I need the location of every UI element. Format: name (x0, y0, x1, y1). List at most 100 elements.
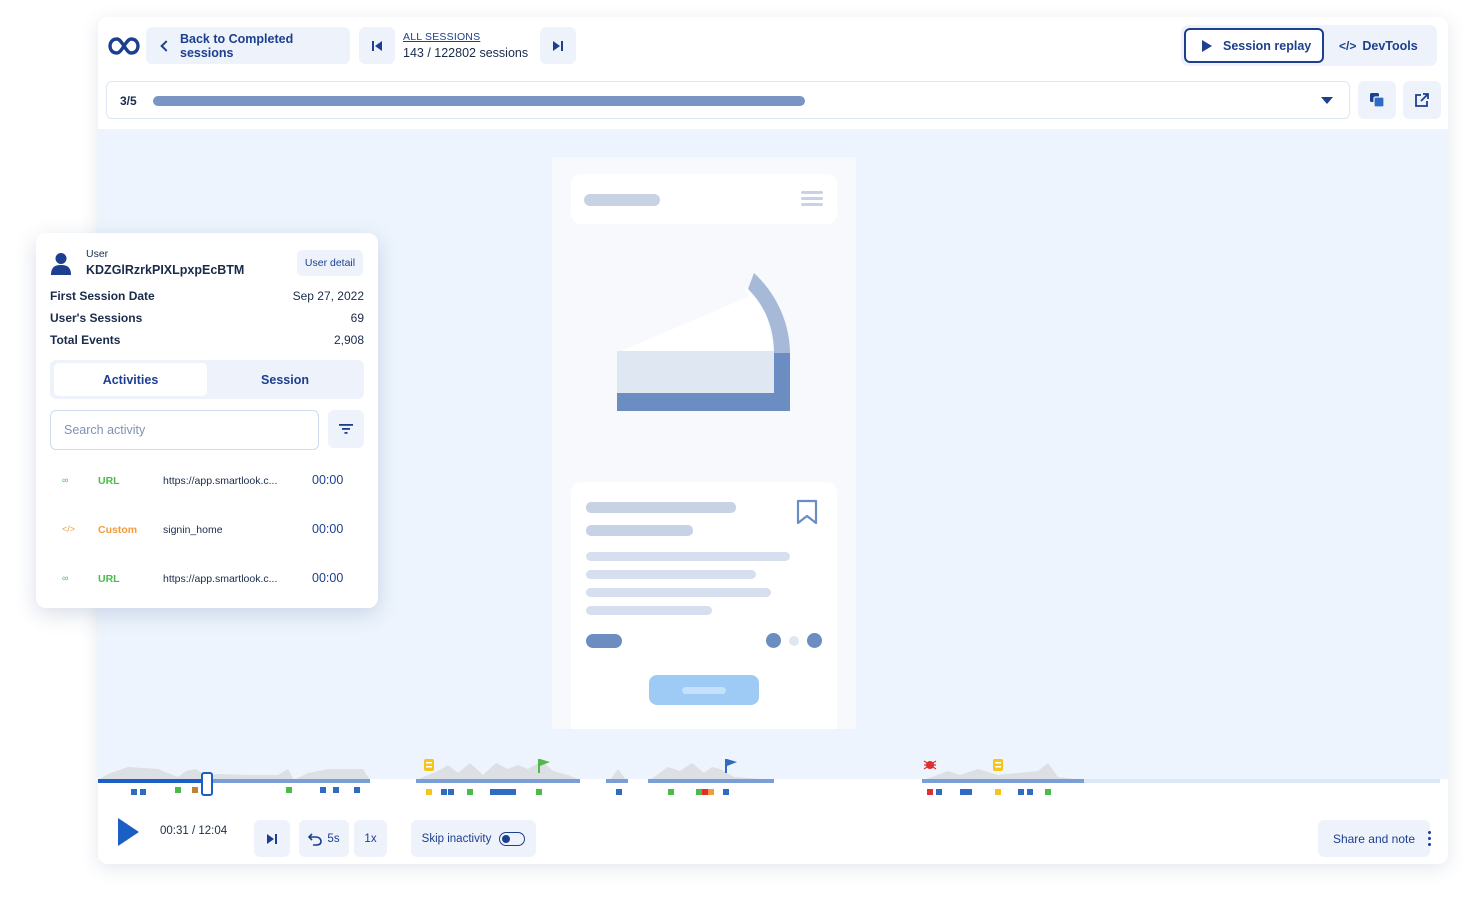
text-line-skeleton (586, 606, 712, 615)
tag-skeleton (586, 634, 622, 648)
play-icon (1202, 39, 1212, 52)
filter-icon (339, 424, 353, 434)
code-icon: </> (62, 524, 76, 534)
caret-down-icon[interactable] (1321, 97, 1333, 104)
stat-value: Sep 27, 2022 (292, 289, 364, 303)
search-activity-input[interactable] (50, 410, 319, 450)
user-id: KDZGlRzrkPIXLpxpEcBTM (86, 263, 245, 277)
activity-graph (98, 759, 1440, 796)
session-replay-label: Session replay (1223, 38, 1312, 53)
link-icon: ∞ (62, 475, 69, 485)
tab-activities[interactable]: Activities (54, 363, 207, 396)
stat-value: 2,908 (333, 333, 364, 347)
bug-marker-icon[interactable] (923, 760, 937, 770)
skip-next-icon (553, 40, 563, 51)
activity-value: https://app.smartlook.c... (163, 573, 278, 585)
filter-button[interactable] (328, 410, 364, 448)
replay-screen[interactable] (552, 157, 856, 729)
text-line-skeleton (586, 552, 790, 561)
event-markers (131, 787, 1051, 795)
session-replay-tab[interactable]: Session replay (1184, 28, 1324, 63)
code-icon: </> (1339, 38, 1357, 53)
note-marker-icon[interactable] (993, 759, 1003, 771)
devtools-tab[interactable]: </> DevTools (1339, 28, 1431, 63)
carousel-dot[interactable] (789, 636, 799, 646)
user-activity-panel: User KDZGlRzrkPIXLpxpEcBTM User detail F… (36, 233, 378, 608)
next-session-button[interactable] (540, 27, 576, 64)
all-sessions-link[interactable]: ALL SESSIONS (403, 29, 528, 45)
skip-inactivity-label: Skip inactivity (421, 832, 492, 845)
note-marker-icon[interactable] (424, 759, 434, 771)
stat-first-session-date: First Session Date Sep 27, 2022 (50, 289, 364, 303)
view-switcher: Session replay </> DevTools (1181, 25, 1437, 66)
back-button-label: Back to Completed sessions (180, 31, 294, 60)
devtools-label: DevTools (1362, 38, 1418, 53)
user-detail-button[interactable]: User detail (297, 250, 363, 276)
copy-button[interactable] (1358, 81, 1396, 119)
open-external-button[interactable] (1403, 81, 1441, 119)
activity-value: signin_home (163, 524, 223, 536)
panel-tabs: Activities Session (50, 360, 364, 399)
top-bar: Back to Completed sessions ALL SESSIONS … (98, 17, 1448, 75)
skip-previous-icon (372, 40, 382, 51)
activity-type: Custom (98, 524, 138, 536)
previous-session-button[interactable] (359, 27, 395, 64)
share-and-note-button[interactable]: Share and note (1318, 820, 1430, 857)
activity-time[interactable]: 00:00 (312, 473, 343, 487)
stat-value: 69 (350, 311, 364, 325)
bookmark-icon[interactable] (796, 499, 818, 525)
share-label: Share and note (1332, 831, 1416, 846)
card-title-skeleton (586, 502, 736, 513)
activity-row[interactable]: ∞ URL https://app.smartlook.c... 00:00 (36, 570, 378, 590)
cake-illustration (617, 273, 790, 411)
app-header-placeholder (571, 174, 837, 224)
activity-time[interactable]: 00:00 (312, 571, 343, 585)
smartlook-logo-icon[interactable] (108, 35, 140, 57)
activity-time[interactable]: 00:00 (312, 522, 343, 536)
cta-button-placeholder[interactable] (649, 675, 759, 705)
session-part-progress (153, 96, 805, 106)
more-options-icon[interactable] (1428, 831, 1432, 849)
player-controls: 00:31 / 12:04 5s 1x Skip inactivity Shar… (98, 801, 1448, 864)
playback-speed-button[interactable]: 1x (354, 820, 387, 857)
rewind-5s-button[interactable]: 5s (299, 820, 349, 857)
link-icon: ∞ (62, 573, 69, 583)
activity-row[interactable]: ∞ URL https://app.smartlook.c... 00:00 (36, 472, 378, 492)
session-part-selector[interactable]: 3/5 (106, 81, 1350, 119)
stat-users-sessions: User's Sessions 69 (50, 311, 364, 325)
carousel-dot[interactable] (766, 633, 781, 648)
skip-inactivity-toggle[interactable]: Skip inactivity (411, 820, 536, 857)
text-line-skeleton (586, 588, 771, 597)
rewind-label: 5s (327, 832, 340, 845)
stat-total-events: Total Events 2,908 (50, 333, 364, 347)
stat-key: User's Sessions (50, 311, 143, 325)
skip-next-icon (267, 833, 277, 844)
stat-key: Total Events (50, 333, 121, 347)
activity-value: https://app.smartlook.c... (163, 475, 278, 487)
session-navigation-info: ALL SESSIONS 143 / 122802 sessions (403, 29, 528, 61)
carousel-dot[interactable] (807, 633, 822, 648)
play-icon[interactable] (116, 817, 140, 847)
activity-row[interactable]: </> Custom signin_home 00:00 (36, 521, 378, 541)
text-line-skeleton (586, 570, 756, 579)
playhead-handle[interactable] (201, 772, 213, 796)
tab-session[interactable]: Session (210, 363, 360, 396)
session-part-position: 3/5 (120, 94, 137, 108)
session-count: 143 / 122802 sessions (403, 46, 529, 60)
card-subtitle-skeleton (586, 525, 693, 536)
activity-type: URL (98, 573, 120, 585)
menu-icon (801, 191, 823, 206)
undo-icon (308, 832, 323, 846)
flag-marker-icon[interactable] (725, 759, 737, 773)
stat-key: First Session Date (50, 289, 155, 303)
skip-to-next-button[interactable] (254, 820, 290, 857)
header-skeleton (584, 194, 660, 206)
copy-icon (1370, 93, 1385, 108)
user-label: User (86, 248, 109, 260)
toggle-switch[interactable] (499, 831, 526, 846)
activity-type: URL (98, 475, 120, 487)
speed-label: 1x (364, 832, 377, 845)
session-timeline[interactable] (98, 749, 1448, 801)
back-to-completed-sessions-button[interactable]: Back to Completed sessions (146, 27, 350, 64)
playback-time: 00:31 / 12:04 (160, 825, 228, 837)
